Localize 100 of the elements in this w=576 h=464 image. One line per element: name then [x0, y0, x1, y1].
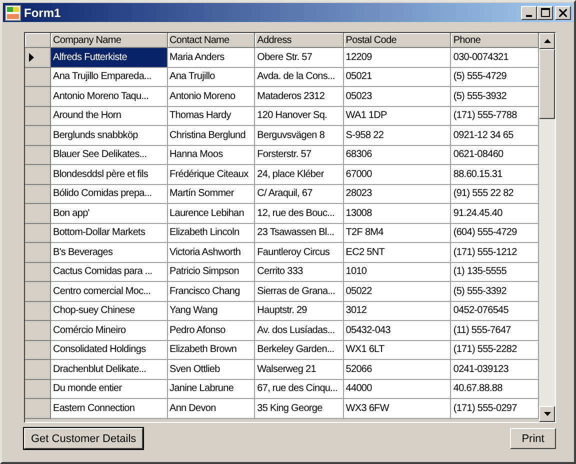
table-cell: C/ Araquil, 67 — [255, 184, 344, 204]
table-cell: Berkeley Garden... — [255, 340, 344, 360]
table-cell: Bon app' — [51, 204, 168, 224]
print-button[interactable]: Print — [510, 428, 556, 449]
table-cell: Victoria Ashworth — [168, 243, 256, 262]
up-arrow-icon — [544, 39, 550, 43]
table-cell: Walserweg 21 — [255, 360, 344, 380]
table-cell: Ann Devon — [168, 399, 256, 418]
row-header[interactable] — [25, 48, 51, 68]
table-cell: Drachenblut Delikate... — [51, 360, 168, 380]
window-title: Form1 — [24, 6, 62, 20]
minimize-icon — [526, 14, 532, 16]
table-cell: Thomas Hardy — [168, 106, 256, 126]
table-cell: Du monde entier — [51, 380, 168, 399]
table-cell: S-958 22 — [344, 126, 452, 146]
table-cell: Maria Anders — [168, 48, 256, 68]
table-cell: 05432-043 — [344, 321, 452, 340]
table-cell: 0452-076545 — [451, 302, 539, 321]
column-header[interactable]: Contact Name — [168, 33, 256, 48]
table-cell: Sven Ottlieb — [168, 360, 256, 380]
column-header[interactable]: Postal Code — [344, 33, 452, 48]
table-cell: 67000 — [344, 165, 452, 184]
table-cell: (604) 555-4729 — [451, 224, 539, 243]
table-cell: 12, rue des Bouc... — [255, 204, 344, 224]
table-cell: Pedro Afonso — [168, 321, 256, 340]
table-cell: (171) 555-1212 — [451, 243, 539, 262]
app-icon — [5, 4, 21, 20]
table-cell: Cactus Comidas para ... — [51, 262, 168, 282]
table-cell: Laurence Lebihan — [168, 204, 256, 224]
table-cell: 88.60.15.31 — [451, 165, 539, 184]
table-cell: 35 King George — [255, 399, 344, 418]
table-cell: Janine Labrune — [168, 380, 256, 399]
table-cell: Forsterstr. 57 — [255, 146, 344, 165]
scroll-up-button[interactable] — [539, 33, 555, 49]
table-cell: (171) 555-2282 — [451, 340, 539, 360]
column-header[interactable]: Address — [255, 33, 344, 48]
table-cell: 030-0074321 — [451, 48, 539, 68]
close-icon — [559, 8, 567, 16]
table-cell: Sierras de Grana... — [255, 282, 344, 302]
column-header[interactable]: Phone — [451, 33, 539, 48]
table-cell: 13008 — [344, 204, 452, 224]
table-cell: Hauptstr. 29 — [255, 302, 344, 321]
table-cell: Frédérique Citeaux — [168, 165, 256, 184]
table-cell: Ana Trujillo Empareda... — [51, 68, 168, 87]
table-cell: Francisco Chang — [168, 282, 256, 302]
table-cell: EC2 5NT — [344, 243, 452, 262]
table-cell: Comércio Mineiro — [51, 321, 168, 340]
table-cell: Bólido Comidas prepa... — [51, 184, 168, 204]
table-cell: 120 Hanover Sq. — [255, 106, 344, 126]
table-cell: Martín Sommer — [168, 184, 256, 204]
table-cell: Av. dos Lusíadas... — [255, 321, 344, 340]
table-cell: (91) 555 22 82 — [451, 184, 539, 204]
table-cell: Consolidated Holdings — [51, 340, 168, 360]
maximize-icon — [540, 8, 550, 16]
scroll-thumb[interactable] — [539, 49, 555, 119]
close-button[interactable] — [555, 6, 571, 20]
table-cell: 68306 — [344, 146, 452, 165]
table-cell: Mataderos 2312 — [255, 87, 344, 106]
table-cell: 91.24.45.40 — [451, 204, 539, 224]
table-cell: 1010 — [344, 262, 452, 282]
table-cell: (171) 555-0297 — [451, 399, 539, 418]
table-cell: (1) 135-5555 — [451, 262, 539, 282]
scroll-down-button[interactable] — [539, 406, 555, 422]
minimize-button[interactable] — [521, 6, 537, 20]
table-cell: 24, place Kléber — [255, 165, 344, 184]
table-cell: Elizabeth Brown — [168, 340, 256, 360]
down-arrow-icon — [544, 412, 550, 416]
table-cell: 3012 — [344, 302, 452, 321]
maximize-button[interactable] — [537, 6, 553, 20]
table-cell: Avda. de la Cons... — [255, 68, 344, 87]
table-cell: Ana Trujillo — [168, 68, 256, 87]
table-cell: Blondesddsl père et fils — [51, 165, 168, 184]
table-cell: Bottom-Dollar Markets — [51, 224, 168, 243]
table-cell: Antonio Moreno Taqu... — [51, 87, 168, 106]
table-cell: (11) 555-7647 — [451, 321, 539, 340]
table-cell: 12209 — [344, 48, 452, 68]
table-cell: (5) 555-3392 — [451, 282, 539, 302]
table-cell: 05022 — [344, 282, 452, 302]
table-cell: 0921-12 34 65 — [451, 126, 539, 146]
table-cell: 05023 — [344, 87, 452, 106]
table-cell: 05021 — [344, 68, 452, 87]
table-cell: 67, rue des Cinqu... — [255, 380, 344, 399]
table-cell: WX3 6FW — [344, 399, 452, 418]
table-cell: Eastern Connection — [51, 399, 168, 418]
table-cell: Around the Horn — [51, 106, 168, 126]
table-cell: Antonio Moreno — [168, 87, 256, 106]
table-cell: 0241-039123 — [451, 360, 539, 380]
table-cell: (171) 555-7788 — [451, 106, 539, 126]
table-cell: Alfreds Futterkiste — [51, 48, 168, 68]
get-customer-details-button[interactable]: Get Customer Details — [24, 428, 144, 449]
table-cell: Berguvsvägen 8 — [255, 126, 344, 146]
table-cell: Berglunds snabbköp — [51, 126, 168, 146]
table-cell: Elizabeth Lincoln — [168, 224, 256, 243]
table-cell: Centro comercial Moc... — [51, 282, 168, 302]
table-cell: B's Beverages — [51, 243, 168, 262]
table-cell: Cerrito 333 — [255, 262, 344, 282]
table-cell: Obere Str. 57 — [255, 48, 344, 68]
table-cell: Yang Wang — [168, 302, 256, 321]
current-row-icon — [29, 52, 34, 62]
column-header[interactable]: Company Name — [51, 33, 168, 48]
